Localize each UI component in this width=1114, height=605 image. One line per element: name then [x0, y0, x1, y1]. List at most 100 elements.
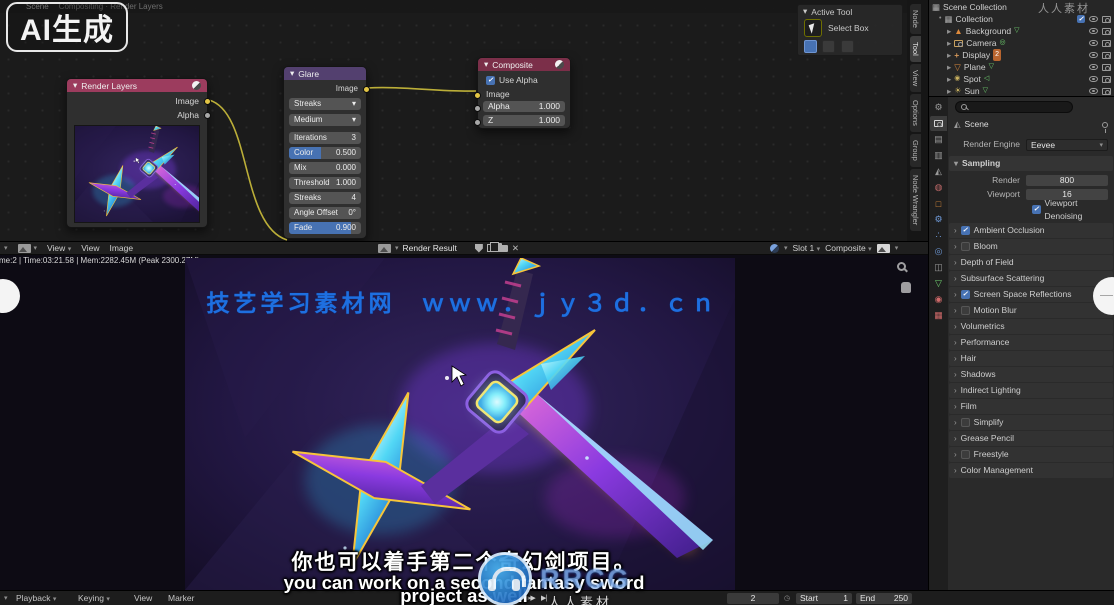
active-tool-panel[interactable]: ▾ Active Tool Select Box	[797, 4, 903, 56]
eye-icon[interactable]	[1089, 76, 1098, 82]
select-box-tool-icon[interactable]	[804, 19, 822, 37]
tab-view[interactable]: View	[910, 64, 921, 92]
section-checkbox[interactable]: ✓	[961, 242, 970, 251]
section-screen-space-reflections[interactable]: ›✓Screen Space Reflections	[949, 287, 1113, 302]
section-checkbox[interactable]: ✓	[961, 290, 970, 299]
select-mode-subtract-button[interactable]	[841, 40, 854, 53]
section-freestyle[interactable]: ›✓Freestyle	[949, 447, 1113, 462]
image-editor-header[interactable]: ▾ ▾ View ▾ View Image ▾ Render Result ✕ …	[0, 242, 928, 255]
render-engine-dropdown[interactable]: Eevee▾	[1026, 139, 1108, 151]
tab-options[interactable]: Options	[910, 94, 921, 132]
collection-checkbox[interactable]: ✓	[1077, 15, 1085, 23]
threshold-field[interactable]: Threshold1.000	[289, 177, 361, 189]
section-film[interactable]: ›Film	[949, 399, 1113, 414]
section-shadows[interactable]: ›Shadows	[949, 367, 1113, 382]
expand-icon[interactable]: ▸	[947, 85, 951, 97]
eye-icon[interactable]	[1089, 16, 1098, 22]
camera-restrict-icon[interactable]	[1102, 40, 1111, 47]
collapse-icon[interactable]: ▾	[290, 68, 294, 79]
section-motion-blur[interactable]: ›✓Motion Blur	[949, 303, 1113, 318]
view-layer-tab-icon[interactable]: ▥	[930, 148, 947, 163]
tab-node[interactable]: Node	[910, 4, 921, 34]
node-editor-header[interactable]: Scene Compositing · Render Layers	[0, 0, 928, 13]
image-editor[interactable]: ▾ ▾ View ▾ View Image ▾ Render Result ✕ …	[0, 242, 928, 590]
object-data-tab-icon[interactable]: ▽	[930, 276, 947, 291]
properties-search-input[interactable]	[955, 101, 1073, 113]
section-subsurface-scattering[interactable]: ›Subsurface Scattering	[949, 271, 1113, 286]
camera-restrict-icon[interactable]	[1102, 16, 1111, 23]
collapse-icon[interactable]: ▾	[484, 59, 488, 70]
alpha-field[interactable]: Alpha1.000	[483, 101, 565, 112]
eye-icon[interactable]	[1089, 52, 1098, 58]
image-output-socket[interactable]	[363, 86, 370, 93]
expand-icon[interactable]: ▸	[947, 73, 951, 85]
section-hair[interactable]: ›Hair	[949, 351, 1113, 366]
select-mode-extend-button[interactable]	[822, 40, 835, 53]
object-row-display[interactable]: ▸ + Display 2	[929, 49, 1114, 61]
section-grease-pencil[interactable]: ›Grease Pencil	[949, 431, 1113, 446]
collapse-icon[interactable]: ▾	[803, 6, 807, 17]
view-settings-icon[interactable]	[770, 244, 779, 253]
texture-tab-icon[interactable]: ▦	[930, 308, 947, 323]
glare-type-dropdown[interactable]: Streaks▾	[289, 98, 361, 110]
modifiers-tab-icon[interactable]: ⚙	[930, 212, 947, 227]
expand-icon[interactable]: ▸	[947, 25, 951, 37]
camera-restrict-icon[interactable]	[1102, 88, 1111, 95]
use-alpha-row[interactable]: ✓ Use Alpha	[478, 74, 570, 86]
image-datablock-name[interactable]: Render Result	[403, 243, 457, 253]
pin-icon[interactable]	[1102, 122, 1108, 128]
image-output-socket[interactable]	[204, 98, 211, 105]
tool-tab-icon[interactable]: ⚙	[930, 100, 947, 115]
pan-gizmo-icon[interactable]	[901, 282, 914, 295]
camera-restrict-icon[interactable]	[1102, 76, 1111, 83]
camera-restrict-icon[interactable]	[1102, 52, 1111, 59]
object-row-camera[interactable]: ▸ Camera ◎	[929, 37, 1114, 49]
section-indirect-lighting[interactable]: ›Indirect Lighting	[949, 383, 1113, 398]
color-modulation-field[interactable]: Color Modul..0.500	[289, 147, 361, 159]
render-tab-icon[interactable]	[930, 116, 947, 131]
constraints-tab-icon[interactable]: ◫	[930, 260, 947, 275]
output-tab-icon[interactable]: ▤	[930, 132, 947, 147]
display-channels-chevron[interactable]: ▾	[895, 244, 899, 252]
glare-node[interactable]: ▾ Glare Image Streaks▾ Medium▾ Iteration…	[283, 66, 367, 239]
sampling-panel-header[interactable]: ▾ Sampling	[949, 156, 1113, 171]
camera-restrict-icon[interactable]	[1102, 64, 1111, 71]
physics-tab-icon[interactable]: ◎	[930, 244, 947, 259]
z-input-socket[interactable]	[474, 119, 481, 126]
menu-view[interactable]: View	[81, 243, 99, 253]
unlink-icon[interactable]: ✕	[512, 243, 519, 254]
view-settings-chevron[interactable]: ▾	[784, 244, 788, 252]
select-mode-new-button[interactable]	[804, 40, 817, 53]
image-browse-icon[interactable]	[378, 244, 391, 253]
alpha-output-socket[interactable]	[204, 112, 211, 119]
compositor-node-editor[interactable]: Scene Compositing · Render Layers ▾ Rend…	[0, 0, 928, 242]
section-depth-of-field[interactable]: ›Depth of Field	[949, 255, 1113, 270]
streaks-field[interactable]: Streaks4	[289, 192, 361, 204]
object-row-sun[interactable]: ▸ ☀ Sun ▽	[929, 85, 1114, 97]
scene-tab-icon[interactable]: ◭	[930, 164, 947, 179]
viewport-denoising-row[interactable]: ✓ Viewport Denoising	[948, 203, 1114, 216]
section-color-management[interactable]: ›Color Management	[949, 463, 1113, 478]
eye-icon[interactable]	[1089, 40, 1098, 46]
section-volumetrics[interactable]: ›Volumetrics	[949, 319, 1113, 334]
editor-type-chevron[interactable]: ▾	[34, 244, 38, 252]
viewport-denoising-checkbox[interactable]: ✓	[1032, 205, 1041, 214]
use-alpha-checkbox[interactable]: ✓	[486, 76, 495, 85]
image-input-socket[interactable]	[474, 92, 481, 99]
shield-icon[interactable]	[475, 244, 483, 253]
collapse-icon[interactable]: ▾	[73, 80, 77, 91]
eye-icon[interactable]	[1089, 64, 1098, 70]
render-samples-field[interactable]: 800	[1026, 175, 1108, 186]
eye-icon[interactable]	[1089, 88, 1098, 94]
angle-offset-field[interactable]: Angle Offset0°	[289, 207, 361, 219]
image-browse-chevron[interactable]: ▾	[395, 244, 399, 252]
tab-node-wrangler[interactable]: Node Wrangler	[910, 169, 921, 231]
world-tab-icon[interactable]: ◍	[930, 180, 947, 195]
particles-tab-icon[interactable]: ∴	[930, 228, 947, 243]
iterations-field[interactable]: Iterations3	[289, 132, 361, 144]
tab-group[interactable]: Group	[910, 134, 921, 167]
object-tab-icon[interactable]: □	[930, 196, 947, 211]
editor-corner-icon[interactable]: ▾	[4, 244, 8, 252]
object-row-spot[interactable]: ▸ ◉ Spot ◁	[929, 73, 1114, 85]
object-row-plane[interactable]: ▸ ▽ Plane ▽	[929, 61, 1114, 73]
